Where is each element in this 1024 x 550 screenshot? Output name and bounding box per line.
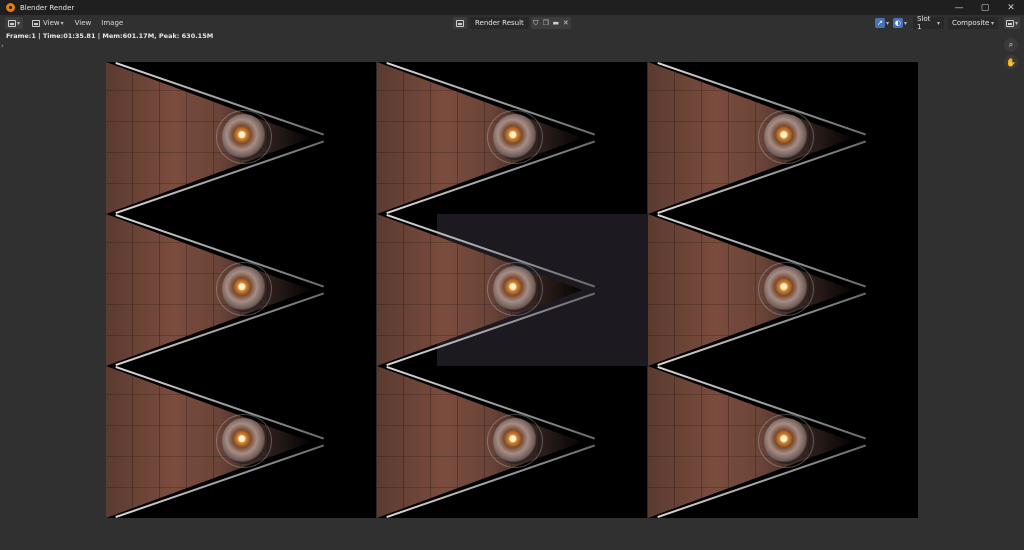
window-titlebar: Blender Render — ▢ ✕ <box>0 0 1024 15</box>
magnifier-icon[interactable]: ⌕ <box>1004 38 1018 52</box>
browse-image-button[interactable] <box>453 17 467 29</box>
chevron-down-icon: ▾ <box>903 19 907 27</box>
overlay-dropdown[interactable]: ◐ ▾ <box>892 17 907 29</box>
render-column-middle <box>377 62 648 518</box>
chevron-down-icon: ▾ <box>16 19 20 27</box>
blender-logo-icon <box>6 3 15 12</box>
menu-image[interactable]: Image <box>99 17 125 29</box>
sample-tool-dropdown[interactable]: ↗ ▾ <box>874 17 889 29</box>
chevron-down-icon: ▾ <box>60 19 64 27</box>
window-title: Blender Render <box>20 3 75 12</box>
header-right-group: ↗ ▾ ◐ ▾ Slot 1 ▾ Composite ▾ ▾ <box>874 15 1024 31</box>
maximize-button[interactable]: ▢ <box>972 0 998 15</box>
render-stats: Frame:1 | Time:01:35.81 | Mem:601.17M, P… <box>6 32 214 40</box>
editor-type-button[interactable]: ▾ <box>5 17 23 29</box>
toolbar-expand-arrow-icon[interactable]: › <box>1 42 4 50</box>
fake-user-shield-icon[interactable]: ⛉ <box>531 17 541 29</box>
render-column-left <box>106 62 377 518</box>
render-tile <box>648 62 918 214</box>
window-controls: — ▢ ✕ <box>946 0 1024 15</box>
image-editor-header: ▾ View ▾ View Image Render Result ⛉ ❐ ▬ … <box>0 15 1024 31</box>
minimize-button[interactable]: — <box>946 0 972 15</box>
image-icon <box>456 19 464 27</box>
render-tile <box>648 214 918 366</box>
image-selector-group: Render Result ⛉ ❐ ▬ ✕ <box>453 17 571 29</box>
render-tile <box>648 366 918 518</box>
chevron-down-icon: ▾ <box>990 19 994 27</box>
chevron-down-icon: ▾ <box>936 19 940 27</box>
pipette-icon: ↗ <box>874 18 885 28</box>
view-mode-label: View <box>43 19 60 27</box>
render-column-right <box>648 62 918 518</box>
image-tools: ⛉ ❐ ▬ ✕ <box>530 17 571 29</box>
view-mode-dropdown[interactable]: View ▾ <box>29 17 67 29</box>
image-editor-icon <box>7 19 16 27</box>
render-tile <box>377 62 647 214</box>
view-mode-icon <box>32 19 40 27</box>
render-tile <box>377 366 647 518</box>
color-alpha-icon <box>1005 19 1014 27</box>
overlay-icon: ◐ <box>892 18 903 28</box>
render-tile <box>106 62 376 214</box>
menu-view[interactable]: View <box>73 17 94 29</box>
image-name-field[interactable]: Render Result <box>470 17 529 29</box>
chevron-down-icon: ▾ <box>1014 19 1018 27</box>
duplicate-image-icon[interactable]: ❐ <box>541 17 551 29</box>
render-tile <box>377 214 647 366</box>
slot-label: Slot 1 <box>917 15 931 31</box>
chevron-down-icon: ▾ <box>885 19 889 27</box>
render-result-image[interactable] <box>106 62 918 518</box>
render-tile <box>106 214 376 366</box>
close-window-button[interactable]: ✕ <box>998 0 1024 15</box>
hand-icon[interactable]: ✋ <box>1004 55 1018 69</box>
render-layer-label: Composite <box>952 19 990 27</box>
unlink-image-icon[interactable]: ✕ <box>561 17 571 29</box>
render-tile <box>106 366 376 518</box>
slot-select[interactable]: Slot 1 ▾ <box>913 15 944 31</box>
render-layer-select[interactable]: Composite ▾ <box>948 17 998 29</box>
open-folder-icon[interactable]: ▬ <box>551 17 561 29</box>
display-channels-dropdown[interactable]: ▾ <box>1004 17 1020 29</box>
